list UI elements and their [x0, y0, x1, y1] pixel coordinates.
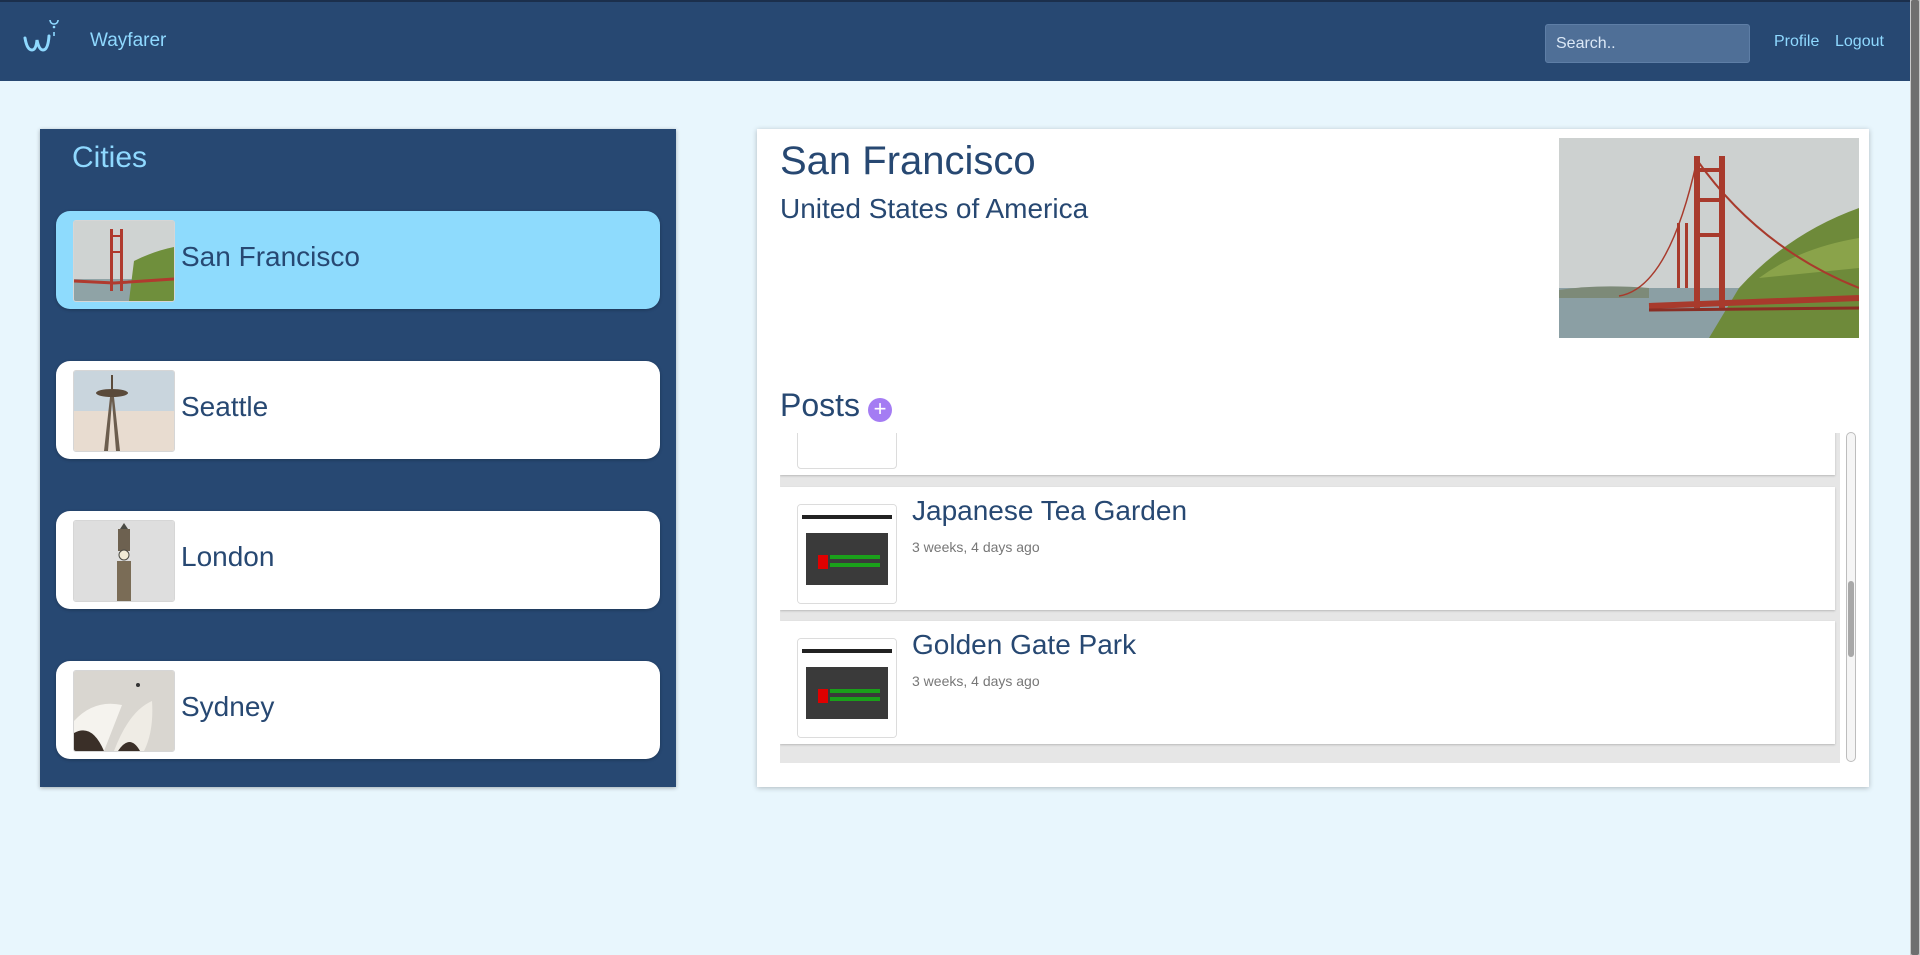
city-name: London — [181, 541, 275, 572]
city-hero-image — [1559, 138, 1859, 338]
city-card-san-francisco[interactable]: San Francisco — [56, 211, 660, 309]
city-title: San Francisco — [780, 139, 1036, 183]
city-detail-panel: San Francisco United States of America P… — [757, 129, 1869, 787]
sydney-thumbnail — [73, 670, 175, 752]
san-francisco-thumbnail — [73, 220, 175, 302]
wayfarer-logo-icon[interactable] — [22, 20, 62, 56]
city-name: Sydney — [181, 691, 275, 722]
seattle-thumbnail — [73, 370, 175, 452]
city-card-london[interactable]: London — [56, 511, 660, 609]
city-name: San Francisco — [181, 241, 360, 272]
cities-panel: Cities San Francisco Seattle London Sydn… — [40, 129, 676, 787]
london-thumbnail — [73, 520, 175, 602]
logout-link[interactable]: Logout — [1835, 33, 1884, 51]
post-thumbnail — [797, 504, 897, 604]
post-card[interactable] — [780, 433, 1835, 475]
post-timestamp: 3 weeks, 4 days ago — [912, 673, 1040, 689]
page-scrollbar-thumb[interactable] — [1911, 0, 1919, 955]
post-title[interactable]: Golden Gate Park — [912, 629, 1136, 661]
brand-name[interactable]: Wayfarer — [90, 30, 166, 52]
country-name: United States of America — [780, 193, 1089, 224]
posts-heading: Posts — [780, 387, 861, 423]
search-input[interactable] — [1554, 34, 1745, 54]
profile-link[interactable]: Profile — [1774, 33, 1819, 51]
post-timestamp: 3 weeks, 4 days ago — [912, 539, 1040, 555]
posts-scrollbar[interactable] — [1846, 432, 1856, 762]
city-card-sydney[interactable]: Sydney — [56, 661, 660, 759]
page-scrollbar[interactable] — [1910, 0, 1920, 955]
posts-list[interactable]: Japanese Tea Garden 3 weeks, 4 days ago … — [780, 433, 1840, 763]
top-navbar: Wayfarer Profile Logout — [0, 0, 1910, 81]
search-box[interactable] — [1545, 24, 1750, 63]
posts-scrollbar-thumb[interactable] — [1848, 581, 1854, 657]
city-card-seattle[interactable]: Seattle — [56, 361, 660, 459]
city-name: Seattle — [181, 391, 269, 422]
post-card[interactable]: Golden Gate Park 3 weeks, 4 days ago — [780, 621, 1835, 744]
post-title[interactable]: Japanese Tea Garden — [912, 495, 1187, 527]
post-thumbnail — [797, 433, 897, 469]
add-post-button[interactable]: + — [868, 398, 892, 422]
post-thumbnail — [797, 638, 897, 738]
cities-heading: Cities — [72, 141, 148, 174]
post-card[interactable]: Japanese Tea Garden 3 weeks, 4 days ago — [780, 487, 1835, 610]
